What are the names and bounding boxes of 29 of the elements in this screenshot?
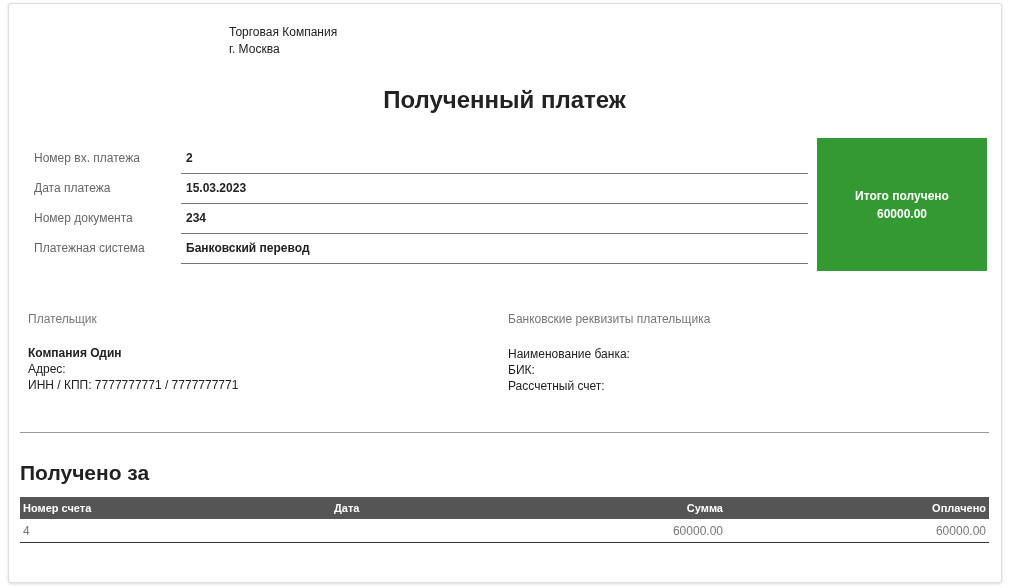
column-header: Оплачено — [931, 502, 987, 514]
section-heading: Банковские реквизиты плательщика — [508, 311, 712, 327]
payer-name: Компания Один — [28, 345, 123, 361]
table-cell-text: 60000.00 — [671, 523, 724, 538]
field-label: Дата платежа — [33, 181, 112, 195]
company-name: Торговая Компания — [229, 24, 339, 41]
total-amount: 60000.00 — [876, 205, 928, 223]
field-value: Банковский перевод — [181, 232, 808, 264]
field-value: 2 — [181, 142, 808, 174]
column-header: Номер счета — [22, 502, 93, 514]
column-header: Сумма — [685, 502, 724, 514]
bank-detail: Наименование банка: — [508, 346, 631, 362]
column-header: Дата — [333, 502, 361, 514]
field-label: Номер вх. платежа — [33, 151, 141, 165]
table-cell-text: 4 — [22, 523, 31, 538]
field-value: 234 — [181, 202, 808, 234]
bank-detail: БИК: — [508, 362, 536, 378]
field-label: Номер документа — [33, 211, 134, 225]
bank-detail: Рассчетный счет: — [508, 378, 606, 394]
section-heading: Плательщик — [28, 311, 98, 327]
field-value: 15.03.2023 — [181, 172, 808, 204]
payer-detail: ИНН / КПП: 7777777771 / 7777777771 — [28, 377, 240, 393]
document-title: Полученный платеж — [382, 86, 627, 114]
total-label: Итого получено — [855, 187, 949, 205]
payer-detail: Адрес: — [28, 361, 67, 377]
table-cell-text: 60000.00 — [934, 523, 987, 538]
company-city: г. Москва — [229, 41, 281, 58]
section-title: Получено за — [20, 461, 151, 485]
field-label: Платежная система — [33, 241, 146, 255]
